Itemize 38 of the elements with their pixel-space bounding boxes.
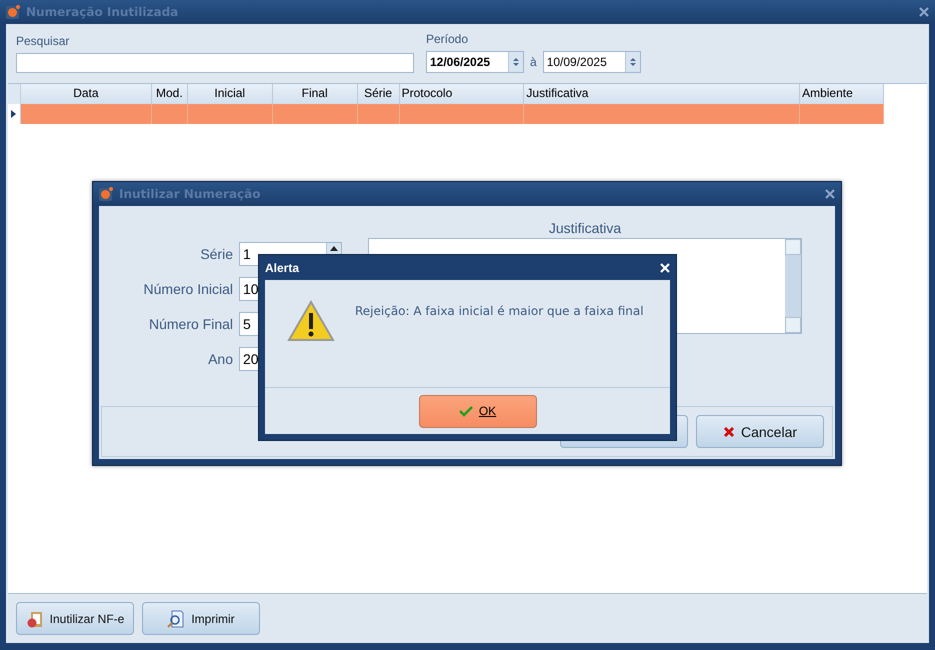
column-header[interactable]: Série xyxy=(358,84,400,104)
column-header[interactable]: Final xyxy=(272,84,358,104)
spin-arrows-icon xyxy=(512,56,520,68)
justification-label: Justificativa xyxy=(548,220,622,236)
row-indicator[interactable] xyxy=(8,104,21,124)
alert-message: Rejeição: A faixa inicial é maior que a faixa final xyxy=(355,303,644,320)
field-label: Série xyxy=(199,246,233,262)
print-button[interactable]: Imprimir xyxy=(142,602,260,635)
app-icon xyxy=(6,5,20,19)
field-label: Número Final xyxy=(148,316,233,332)
spin-arrows-icon xyxy=(628,56,637,68)
close-icon xyxy=(722,426,735,438)
row-pointer-icon xyxy=(11,110,16,118)
field-label: Número Inicial xyxy=(142,281,233,297)
ok-button[interactable]: OK xyxy=(418,394,536,428)
column-header[interactable]: Protocolo xyxy=(400,84,524,104)
field-label: Ano xyxy=(207,351,233,367)
date-from-field[interactable]: 12/06/2025 xyxy=(426,51,524,73)
column-header[interactable]: Inicial xyxy=(188,84,273,104)
search-label: Pesquisar xyxy=(16,34,70,48)
column-header[interactable]: Ambiente xyxy=(800,84,884,104)
search-field[interactable] xyxy=(16,53,414,73)
period-label: Período xyxy=(426,32,470,46)
column-header[interactable]: Mod. xyxy=(152,84,188,104)
dialog-title: Inutilizar Numeração xyxy=(119,187,262,201)
column-header[interactable]: Justificativa xyxy=(524,84,800,104)
clipboard-icon xyxy=(26,610,44,628)
warning-icon xyxy=(287,300,335,342)
magnifier-document-icon xyxy=(167,610,186,628)
cancel-button[interactable]: Cancelar xyxy=(696,415,824,448)
app-icon xyxy=(99,187,113,201)
date-to-field[interactable]: 10/09/2025 xyxy=(542,51,641,73)
window-title: Numeração Inutilizada xyxy=(26,5,180,19)
up-arrow-icon xyxy=(330,246,338,251)
column-header[interactable]: Data xyxy=(20,84,152,104)
action-button[interactable]: Inutilizar NF-e xyxy=(16,602,134,635)
check-icon xyxy=(458,405,473,417)
date-separator: à xyxy=(530,55,537,69)
